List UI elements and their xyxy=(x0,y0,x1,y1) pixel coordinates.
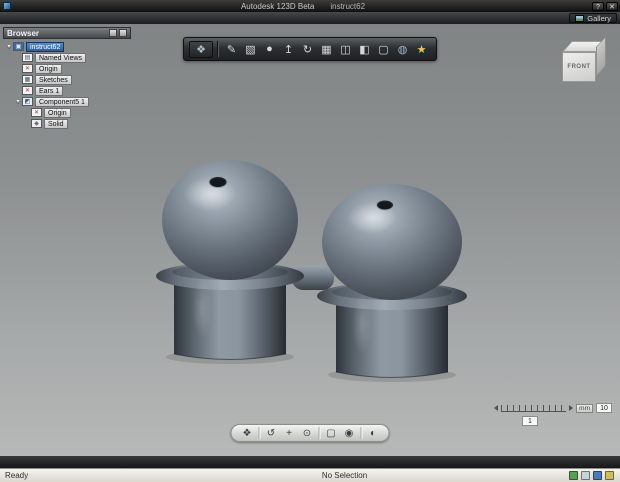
expand-arrow-icon[interactable]: ▾ xyxy=(5,43,13,50)
help-button[interactable]: ? xyxy=(592,1,604,11)
snap-mode-indicator[interactable] xyxy=(569,471,578,480)
3d-viewport[interactable]: Browser ▾ ▣ instruct62 ▤ Named Views ✕ Origin ▦… xyxy=(0,24,620,456)
tree-item-label[interactable]: Solid xyxy=(44,118,68,129)
app-title: Autodesk 123D Beta xyxy=(240,1,315,11)
component-icon[interactable]: ◩ xyxy=(22,97,33,106)
tree-item-solid[interactable]: ◆ Solid xyxy=(3,118,131,129)
toolbar-separator xyxy=(360,427,362,439)
scale-row: mm 10 xyxy=(494,403,612,413)
scale-ruler xyxy=(501,404,567,412)
gallery-label: Gallery xyxy=(587,13,611,23)
material-icon[interactable]: ◍ xyxy=(393,40,412,59)
tree-item-component5-1[interactable]: ▾ ◩ Component5 1 xyxy=(3,96,131,107)
app-menu-button[interactable]: ❖ xyxy=(189,40,213,58)
tree-item-label[interactable]: instruct62 xyxy=(26,41,65,52)
pan-icon[interactable]: + xyxy=(281,426,298,440)
primitive-sphere-icon[interactable]: ● xyxy=(260,40,279,59)
fit-view-icon[interactable]: ▢ xyxy=(323,426,340,440)
tree-item-instruct62[interactable]: ▾ ▣ instruct62 xyxy=(3,41,131,52)
tree-item-named-views[interactable]: ▤ Named Views xyxy=(3,52,131,63)
tree-item-sketches[interactable]: ▦ Sketches xyxy=(3,74,131,85)
browser-collapse-button[interactable] xyxy=(119,29,127,37)
tree-item-label[interactable]: Named Views xyxy=(35,52,87,63)
expand-arrow-icon[interactable]: ▾ xyxy=(14,98,22,105)
scale-major-value[interactable]: 10 xyxy=(596,403,612,413)
scale-row-2: 1 xyxy=(494,416,566,426)
scale-widget[interactable]: mm 10 1 xyxy=(494,403,612,426)
status-bar: Ready No Selection xyxy=(0,468,620,482)
shell-icon[interactable]: ▢ xyxy=(374,40,393,59)
viewcube-front-face[interactable]: FRONT xyxy=(562,52,596,82)
browser-panel-header[interactable]: Browser xyxy=(3,27,131,39)
ears-hidden-icon[interactable]: ✕ xyxy=(22,86,33,95)
tree-item-ears-1[interactable]: ✕ Ears 1 xyxy=(3,85,131,96)
split-icon[interactable]: ◧ xyxy=(355,40,374,59)
title-bar: Autodesk 123D Beta instruct62 ? ✕ xyxy=(0,0,620,12)
window-buttons: ? ✕ xyxy=(592,1,618,11)
zoom-icon[interactable]: ⊙ xyxy=(299,426,316,440)
view-menu-icon[interactable]: ❖ xyxy=(239,426,256,440)
viewcube[interactable]: FRONT xyxy=(552,35,608,94)
toolbar-separator xyxy=(217,41,218,57)
tree-item-component-origin[interactable]: ✕ Origin xyxy=(3,107,131,118)
revolve-icon[interactable]: ↻ xyxy=(298,40,317,59)
status-indicator-icons xyxy=(569,471,620,480)
look-at-icon[interactable]: ◉ xyxy=(341,426,358,440)
orbit-icon[interactable]: ↺ xyxy=(263,426,280,440)
display-settings-icon[interactable]: ◐ xyxy=(365,426,382,440)
app-logo-icon xyxy=(3,2,11,10)
combine-icon[interactable]: ◫ xyxy=(336,40,355,59)
tree-item-label[interactable]: Origin xyxy=(35,63,62,74)
tree-item-label[interactable]: Sketches xyxy=(35,74,72,85)
browser-tree: ▾ ▣ instruct62 ▤ Named Views ✕ Origin ▦ Sketches… xyxy=(3,39,131,129)
gallery-icon xyxy=(575,14,585,22)
toolbar-separator xyxy=(318,427,320,439)
model-left-cap[interactable] xyxy=(156,160,304,360)
status-left-text: Ready xyxy=(5,471,29,480)
toolbar-separator xyxy=(258,427,260,439)
scale-minor-value[interactable]: 1 xyxy=(522,416,538,426)
navigation-toolbar: ❖ ↺ + ⊙ ▢ ◉ ◐ xyxy=(230,424,390,442)
toolbar-icons: ✎ ▧ ● ↥ ↻ ▦ ◫ ◧ ▢ ◍ ★ xyxy=(222,40,431,59)
gallery-button[interactable]: Gallery xyxy=(569,13,617,23)
document-icon[interactable]: ▣ xyxy=(13,42,24,51)
app-window: Autodesk 123D Beta instruct62 ? ✕ Gallery xyxy=(0,0,620,482)
sketches-icon[interactable]: ▦ xyxy=(22,75,33,84)
tree-item-label[interactable]: Component5 1 xyxy=(35,96,89,107)
close-button[interactable]: ✕ xyxy=(606,1,618,11)
scale-left-arrow-icon[interactable] xyxy=(494,405,498,411)
left-cap-hole-inner xyxy=(211,178,225,187)
tree-item-label[interactable]: Ears 1 xyxy=(35,85,64,96)
origin-hidden-icon[interactable]: ✕ xyxy=(31,108,42,117)
solid-icon[interactable]: ◆ xyxy=(31,119,42,128)
scale-right-arrow-icon[interactable] xyxy=(569,405,574,411)
sync-indicator[interactable] xyxy=(593,471,602,480)
scale-unit-label: mm xyxy=(576,403,593,413)
tree-item-origin[interactable]: ✕ Origin xyxy=(3,63,131,74)
browser-panel-title: Browser xyxy=(7,28,40,38)
main-toolbar: ❖ ✎ ▧ ● ↥ ↻ ▦ ◫ ◧ ▢ ◍ ★ xyxy=(183,37,437,61)
pattern-icon[interactable]: ▦ xyxy=(317,40,336,59)
document-title: instruct62 xyxy=(330,1,366,11)
grid-indicator[interactable] xyxy=(581,471,590,480)
warning-indicator[interactable] xyxy=(605,471,614,480)
sketch-icon[interactable]: ✎ xyxy=(222,40,241,59)
menu-bar: Gallery xyxy=(0,12,620,24)
bottom-chrome-strip xyxy=(0,456,620,468)
window-title: Autodesk 123D Beta instruct62 xyxy=(14,2,592,11)
favorites-icon[interactable]: ★ xyxy=(412,40,431,59)
right-cap-hole-inner xyxy=(378,201,392,210)
status-selection-text: No Selection xyxy=(321,471,368,480)
primitive-box-icon[interactable]: ▧ xyxy=(241,40,260,59)
origin-hidden-icon[interactable]: ✕ xyxy=(22,64,33,73)
browser-menu-button[interactable] xyxy=(109,29,117,37)
tree-item-label[interactable]: Origin xyxy=(44,107,71,118)
named-views-icon[interactable]: ▤ xyxy=(22,53,33,62)
browser-panel: Browser ▾ ▣ instruct62 ▤ Named Views ✕ Origin ▦… xyxy=(3,27,131,129)
extrude-icon[interactable]: ↥ xyxy=(279,40,298,59)
model-right-cap[interactable] xyxy=(317,184,467,378)
